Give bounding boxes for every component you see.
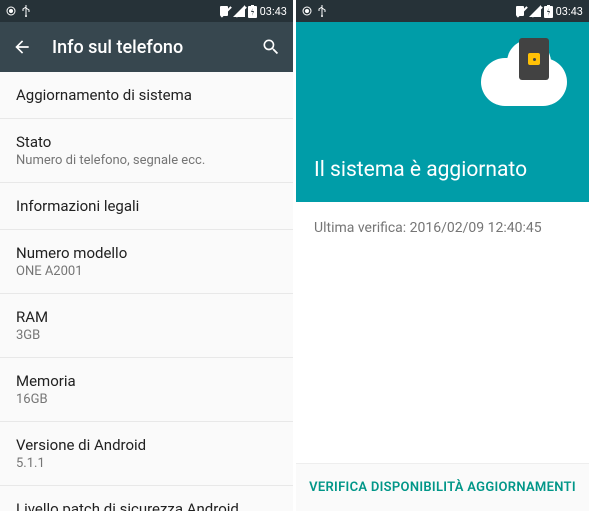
list-item-system-update[interactable]: Aggiornamento di sistema [0, 72, 293, 119]
signal-disabled-icon [529, 5, 541, 17]
list-item-primary: Numero modello [16, 244, 277, 262]
battery-charging-icon [544, 5, 553, 18]
signal-disabled-icon [233, 5, 245, 17]
right-screen: 03:43 Il sistema è aggiornato Ultima ver… [296, 0, 589, 511]
device-icon [519, 38, 549, 80]
list-item-secondary: 16GB [16, 392, 277, 407]
page-title: Info sul telefono [52, 37, 261, 58]
list-item-secondary: Numero di telefono, segnale ecc. [16, 153, 277, 168]
list-item-memory[interactable]: Memoria 16GB [0, 358, 293, 422]
list-item-primary: Aggiornamento di sistema [16, 86, 277, 104]
list-item-security-patch[interactable]: Livello patch di sicurezza Android 1 dic… [0, 486, 293, 511]
network-icon [302, 6, 312, 16]
list-item-secondary: 5.1.1 [16, 456, 277, 471]
list-item-primary: Versione di Android [16, 436, 277, 454]
list-item-secondary: ONE A2001 [16, 264, 277, 279]
list-item-primary: Livello patch di sicurezza Android [16, 500, 277, 511]
status-left [6, 5, 30, 17]
status-right: 03:43 [218, 5, 287, 18]
list-item-primary: Memoria [16, 372, 277, 390]
back-icon[interactable] [12, 37, 32, 57]
list-item-primary: RAM [16, 308, 277, 326]
list-item-primary: Stato [16, 133, 277, 151]
app-bar: Info sul telefono [0, 22, 293, 72]
check-updates-button[interactable]: VERIFICA DISPONIBILITÀ AGGIORNAMENTI [296, 463, 589, 511]
list-item-ram[interactable]: RAM 3GB [0, 294, 293, 358]
cloud-illustration [481, 58, 567, 106]
status-left [302, 5, 326, 17]
status-bar: 03:43 [296, 0, 589, 22]
list-item-model[interactable]: Numero modello ONE A2001 [0, 230, 293, 294]
list-item-status[interactable]: Stato Numero di telefono, segnale ecc. [0, 119, 293, 183]
sim-disabled-icon [514, 5, 526, 17]
check-updates-label: VERIFICA DISPONIBILITÀ AGGIORNAMENTI [309, 480, 576, 495]
usb-icon [22, 5, 30, 17]
status-time: 03:43 [260, 5, 287, 18]
battery-charging-icon [248, 5, 257, 18]
status-time: 03:43 [556, 5, 583, 18]
list-item-legal[interactable]: Informazioni legali [0, 183, 293, 230]
network-icon [6, 6, 16, 16]
usb-icon [318, 5, 326, 17]
last-check-text: Ultima verifica: 2016/02/09 12:40:45 [314, 220, 571, 236]
list-item-primary: Informazioni legali [16, 197, 277, 215]
list-item-android-version[interactable]: Versione di Android 5.1.1 [0, 422, 293, 486]
list-item-secondary: 3GB [16, 328, 277, 343]
sim-disabled-icon [218, 5, 230, 17]
status-right: 03:43 [514, 5, 583, 18]
update-hero: Il sistema è aggiornato [296, 22, 589, 202]
settings-list: Aggiornamento di sistema Stato Numero di… [0, 72, 293, 511]
status-bar: 03:43 [0, 0, 293, 22]
left-screen: 03:43 Info sul telefono Aggiornamento di… [0, 0, 293, 511]
hero-title: Il sistema è aggiornato [314, 158, 571, 182]
update-content: Ultima verifica: 2016/02/09 12:40:45 [296, 202, 589, 463]
search-icon[interactable] [261, 37, 281, 57]
